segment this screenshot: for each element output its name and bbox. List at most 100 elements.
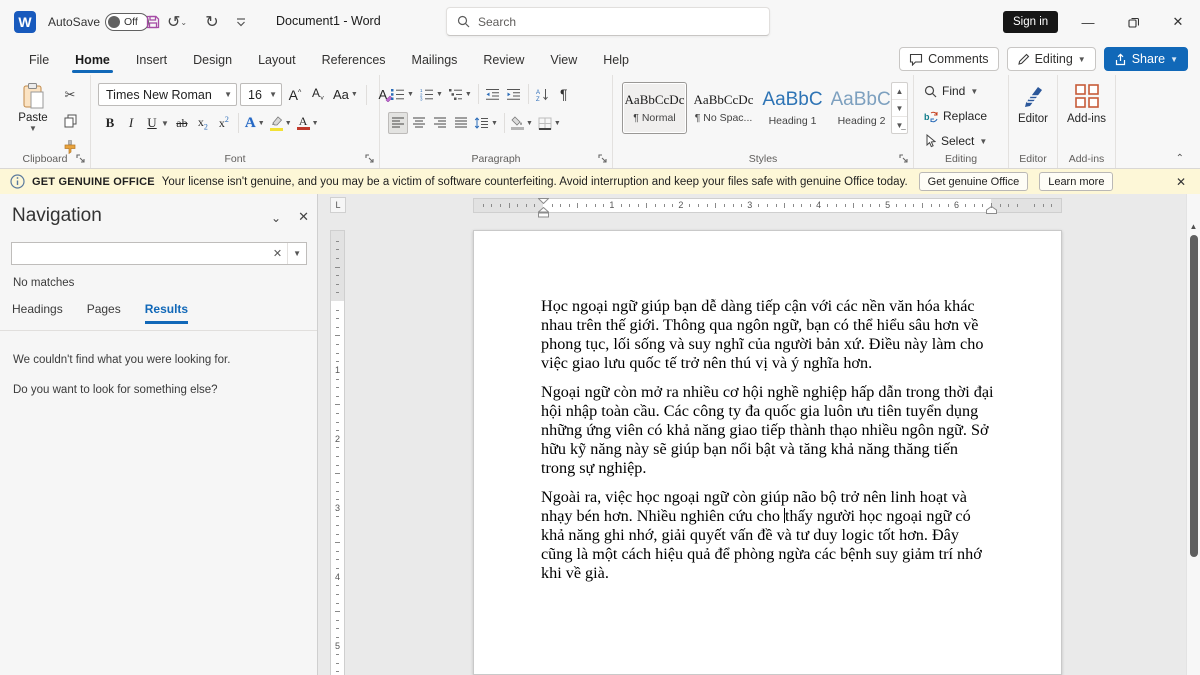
dialog-launcher-icon[interactable] [899,154,909,164]
align-left-button[interactable] [388,112,408,134]
increase-indent-button[interactable] [504,83,524,105]
italic-button[interactable]: I [121,112,141,134]
numbering-button[interactable]: 1 2 3 ▼ [417,83,445,105]
bold-button[interactable]: B [100,112,120,134]
word-logo[interactable]: W [14,11,36,33]
dialog-launcher-icon[interactable] [598,154,608,164]
quick-access-overflow-button[interactable] [230,11,252,33]
multilevel-list-button[interactable]: ▼ [446,83,474,105]
styles-more-icon[interactable]: ▼̲ [892,117,907,133]
select-button[interactable]: Select ▼ [924,134,987,148]
undo-button[interactable]: ↺⌄ [166,11,188,33]
share-button[interactable]: Share ▼ [1104,47,1188,71]
save-button[interactable] [142,11,164,33]
search-bar[interactable]: Search [446,7,770,36]
close-button[interactable]: ✕ [1163,11,1193,33]
font-size-select[interactable]: 16 ▼ [240,83,282,106]
editing-mode-button[interactable]: Editing ▼ [1007,47,1096,71]
subscript-button[interactable]: x2 [193,112,213,134]
grow-font-button[interactable]: A^ [285,84,305,106]
learn-more-button[interactable]: Learn more [1039,172,1113,191]
scrollbar-thumb[interactable] [1190,235,1198,557]
minimize-button[interactable]: — [1073,11,1103,33]
nav-tab-results[interactable]: Results [145,302,188,324]
tab-review[interactable]: Review [470,47,537,75]
collapse-ribbon-icon[interactable]: ⌃ [1176,153,1184,164]
nav-tab-headings[interactable]: Headings [12,302,63,324]
tab-mailings[interactable]: Mailings [399,47,471,75]
banner-close-button[interactable]: ✕ [1176,175,1186,189]
decrease-indent-button[interactable] [483,83,503,105]
nav-search-input[interactable] [12,247,268,261]
style-card-no-spac[interactable]: AaBbCcDc¶ No Spac... [691,82,756,134]
vertical-ruler[interactable]: 12345 [330,230,345,675]
bullets-button[interactable]: ▼ [388,83,416,105]
sort-button[interactable]: AZ [533,83,553,105]
shrink-font-button[interactable]: A˅ [308,84,328,106]
clear-search-icon[interactable]: ✕ [268,243,287,264]
highlight-button[interactable]: ▼ [268,112,294,134]
sign-in-button[interactable]: Sign in [1003,11,1058,33]
tab-selector[interactable]: L [330,197,346,213]
underline-button[interactable]: U [142,112,162,134]
horizontal-ruler[interactable]: 123456 [473,198,1062,213]
superscript-button[interactable]: x2 [214,112,234,134]
get-genuine-office-button[interactable]: Get genuine Office [919,172,1029,191]
paste-button[interactable]: Paste ▼ [12,82,54,146]
strikethrough-button[interactable]: ab [172,112,192,134]
redo-button[interactable]: ↻ [201,11,223,33]
scroll-up-icon[interactable]: ▲ [1187,222,1200,231]
styles-scroll-up-icon[interactable]: ▲ [892,83,907,100]
style-card-heading-2[interactable]: AaBbCcHeading 2 [829,82,894,134]
comments-button[interactable]: Comments [899,47,998,71]
tab-help[interactable]: Help [590,47,642,75]
vertical-scrollbar[interactable]: ▲ [1186,194,1200,675]
dialog-launcher-icon[interactable] [76,154,86,164]
justify-button[interactable] [451,112,471,134]
tab-insert[interactable]: Insert [123,47,180,75]
pilcrow-button[interactable]: ¶ [554,83,574,105]
first-line-indent-marker[interactable] [538,198,549,204]
copy-button[interactable] [60,110,80,132]
restore-button[interactable] [1118,11,1148,33]
tab-design[interactable]: Design [180,47,245,75]
cut-button[interactable]: ✂ [60,84,80,106]
tab-file[interactable]: File [16,47,62,75]
nav-search-box[interactable]: ✕ ▼ [11,242,307,265]
text-effects-button[interactable]: A▼ [243,112,267,134]
styles-scroll-down-icon[interactable]: ▼ [892,100,907,117]
paragraph[interactable]: Ngoài ra, việc học ngoại ngữ còn giúp nã… [541,488,994,583]
shading-button[interactable]: ▼ [509,112,535,134]
change-case-button[interactable]: Aa▼ [331,84,360,106]
find-icon [924,85,937,98]
hanging-indent-marker[interactable] [538,207,549,218]
style-card-normal[interactable]: AaBbCcDc¶ Normal [622,82,687,134]
chevron-down-icon: ▼ [554,120,561,127]
paragraph[interactable]: Học ngoại ngữ giúp bạn dễ dàng tiếp cận … [541,297,994,373]
font-color-button[interactable]: A ▼ [295,112,321,134]
align-center-button[interactable] [409,112,429,134]
find-button[interactable]: Find ▼ [924,84,978,98]
paragraph[interactable]: Ngoại ngữ còn mở ra nhiều cơ hội nghề ng… [541,383,994,478]
line-spacing-button[interactable]: ▼ [472,112,500,134]
dialog-launcher-icon[interactable] [365,154,375,164]
editor-button[interactable]: Editor [1009,83,1057,125]
nav-close-icon[interactable]: ✕ [298,209,309,225]
tab-view[interactable]: View [537,47,590,75]
font-family-select[interactable]: Times New Roman ▼ [98,83,237,106]
addins-button[interactable]: Add-ins [1058,83,1115,125]
replace-button[interactable]: b Replace [924,109,987,123]
borders-button[interactable]: ▼ [536,112,563,134]
style-card-heading-1[interactable]: AaBbCHeading 1 [760,82,825,134]
chevron-down-icon[interactable]: ▼ [161,119,169,128]
document-text[interactable]: Học ngoại ngữ giúp bạn dễ dàng tiếp cận … [541,297,994,593]
search-options-chevron-icon[interactable]: ▼ [287,243,306,264]
tab-references[interactable]: References [309,47,399,75]
styles-group-label: Styles [613,153,913,165]
tab-layout[interactable]: Layout [245,47,309,75]
tab-home[interactable]: Home [62,47,123,75]
nav-tab-pages[interactable]: Pages [87,302,121,324]
align-right-button[interactable] [430,112,450,134]
nav-chevron-icon[interactable]: ⌄ [271,211,281,225]
document-page[interactable]: Học ngoại ngữ giúp bạn dễ dàng tiếp cận … [473,230,1062,675]
